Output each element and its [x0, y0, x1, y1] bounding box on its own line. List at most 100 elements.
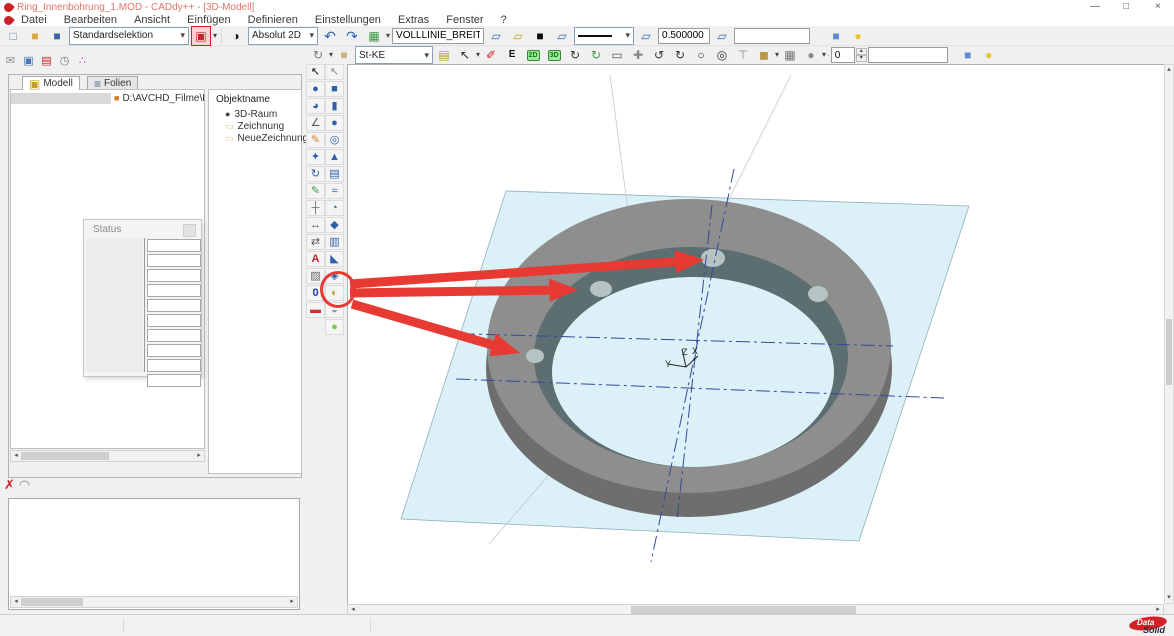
transparency-button[interactable]: ▦ [780, 45, 800, 65]
scroll-left-icon[interactable]: ◂ [11, 597, 21, 607]
point-button[interactable]: ┼ [306, 200, 325, 216]
rotate-view-button[interactable]: ↻ [565, 45, 585, 65]
layer-assign-button[interactable]: ▱ [486, 26, 506, 46]
pan-button[interactable]: ✚ [628, 45, 648, 65]
torus-solid-button[interactable]: ◎ [325, 132, 344, 148]
zoom-page-button[interactable]: ◎ [712, 45, 732, 65]
grid-dropdown-icon[interactable]: ▾ [386, 32, 390, 40]
measure-button[interactable]: ∠ [306, 115, 325, 131]
menu-definieren[interactable]: Definieren [241, 14, 305, 26]
loft-button[interactable]: ◆ [325, 217, 344, 233]
visibility-button[interactable]: ● [848, 26, 868, 46]
open-file-button[interactable]: ■ [25, 26, 45, 46]
message-hscroll-thumb[interactable] [21, 598, 83, 606]
message-area[interactable]: ◂ ▸ [8, 498, 300, 610]
sketch-button[interactable]: ✎ [306, 132, 325, 148]
new-file-button[interactable]: □ [3, 26, 23, 46]
redo-button[interactable]: ↷ [342, 26, 362, 46]
sketch-3d-button[interactable]: ✎ [306, 183, 325, 199]
spinner-down-icon[interactable]: ▾ [856, 55, 867, 62]
scroll-down-icon[interactable]: ▾ [1165, 593, 1173, 603]
menu-datei[interactable]: Datei [14, 14, 54, 26]
minimize-button[interactable]: — [1090, 1, 1100, 12]
spinner-up-icon[interactable]: ▴ [856, 48, 867, 55]
tree-hscrollbar[interactable]: ◂ ▸ [10, 450, 205, 462]
spheres-icon[interactable]: ∴ [75, 56, 90, 67]
zoom-all-button[interactable]: ○ [691, 45, 711, 65]
dimension-button[interactable]: ↔ [306, 217, 325, 233]
coordinate-system-combo[interactable]: St-KE▾ [355, 46, 433, 64]
line-type-input[interactable] [392, 28, 484, 44]
cone-solid-button[interactable]: ▲ [325, 149, 344, 165]
doc-red-icon[interactable]: ▤ [39, 56, 54, 67]
thread-button[interactable]: ▥ [325, 234, 344, 250]
menu-einfuegen[interactable]: Einfügen [180, 14, 237, 26]
tree-item-model-file[interactable]: ■ D:\AVCHD_Filme\Lernvideos\BeckerCAD 3D… [11, 92, 205, 104]
layer-color-button[interactable]: ▱ [552, 26, 572, 46]
sphere-view-button[interactable]: ● [306, 81, 325, 97]
probe-button[interactable]: ✐ [481, 45, 501, 65]
coordinate-mode-combo[interactable]: Absolut 2D▾ [248, 27, 318, 45]
restore-button[interactable]: □ [1123, 1, 1129, 12]
status-field[interactable] [147, 284, 201, 297]
status-field[interactable] [147, 374, 201, 387]
menu-help[interactable]: ? [494, 14, 514, 26]
shading-button[interactable]: ● [801, 45, 821, 65]
sweep-button[interactable]: ≈ [325, 183, 344, 199]
view-2d-button[interactable]: 2D [523, 45, 543, 65]
status-field[interactable] [147, 314, 201, 327]
message-hscrollbar[interactable]: ◂ ▸ [10, 596, 298, 608]
save-button[interactable]: ■ [47, 26, 67, 46]
mail-icon[interactable]: ✉ [3, 56, 18, 67]
render-dropdown-icon[interactable]: ▾ [775, 51, 779, 59]
copy-page-icon[interactable]: ▣ [21, 56, 36, 67]
status-field[interactable] [147, 344, 201, 357]
selection-frame-button[interactable]: ▣ [191, 26, 211, 46]
tree-hscroll-thumb[interactable] [21, 452, 109, 460]
clock-icon[interactable]: ◷ [57, 56, 72, 67]
object-item-3d-raum[interactable]: ●3D-Raum [225, 109, 301, 120]
chamfer-button[interactable]: ◣ [325, 251, 344, 267]
workplane-button[interactable]: ■ [334, 45, 354, 65]
element-button[interactable]: E [502, 45, 522, 65]
menu-fenster[interactable]: Fenster [439, 14, 490, 26]
tab-modell[interactable]: ▣Modell [22, 76, 80, 90]
box-solid-button[interactable]: ■ [325, 81, 344, 97]
origin-button[interactable]: ◑ [226, 26, 246, 46]
detail-spinner[interactable]: ▴▾ [831, 47, 867, 63]
object-item-neuezeichnung[interactable]: ▭NeueZeichnung [225, 133, 301, 144]
delete-icon[interactable]: ✗ [4, 478, 15, 491]
view-rotate-dropdown-icon[interactable]: ▾ [329, 51, 333, 59]
layer-visibility-button[interactable]: ▱ [508, 26, 528, 46]
line-style-combo[interactable]: ▾ [574, 27, 634, 45]
select-tool-button[interactable]: ↖ [306, 64, 325, 80]
color-swatch-button[interactable]: ■ [530, 26, 550, 46]
zoom-previous-button[interactable]: ↺ [649, 45, 669, 65]
viewport-vscroll-thumb[interactable] [1166, 319, 1172, 385]
mouse-icon[interactable]: ◠ [19, 478, 30, 491]
view-layer-button[interactable]: ■ [958, 45, 978, 65]
extrude-button[interactable]: ▤ [325, 166, 344, 182]
layer-linestyle-button[interactable]: ▱ [636, 26, 656, 46]
render-mode-button[interactable]: ◼ [754, 45, 774, 65]
status-field[interactable] [147, 254, 201, 267]
undo-button[interactable]: ↶ [320, 26, 340, 46]
layer-width-button[interactable]: ▱ [712, 26, 732, 46]
scroll-right-icon[interactable]: ▸ [287, 597, 297, 607]
status-field[interactable] [147, 359, 201, 372]
page-visibility-button[interactable]: ▤ [434, 45, 454, 65]
sphere-solid-button[interactable]: ● [325, 115, 344, 131]
shading-dropdown-icon[interactable]: ▾ [822, 51, 826, 59]
scroll-left-icon[interactable]: ◂ [11, 451, 21, 461]
render-sphere-button[interactable]: ◕ [306, 98, 325, 114]
status-field[interactable] [147, 269, 201, 282]
transform-button[interactable]: ⇄ [306, 234, 325, 250]
view-rotate-button[interactable]: ↻ [308, 45, 328, 65]
view-extra-input[interactable] [868, 47, 948, 63]
sphere-green-button[interactable]: ● [325, 319, 344, 335]
zoom-window-button[interactable]: ▭ [607, 45, 627, 65]
tab-folien[interactable]: ≡Folien [87, 76, 138, 90]
menu-ansicht[interactable]: Ansicht [127, 14, 177, 26]
scroll-up-icon[interactable]: ▴ [1165, 65, 1173, 75]
solid-select-button[interactable]: ↖ [325, 64, 344, 80]
